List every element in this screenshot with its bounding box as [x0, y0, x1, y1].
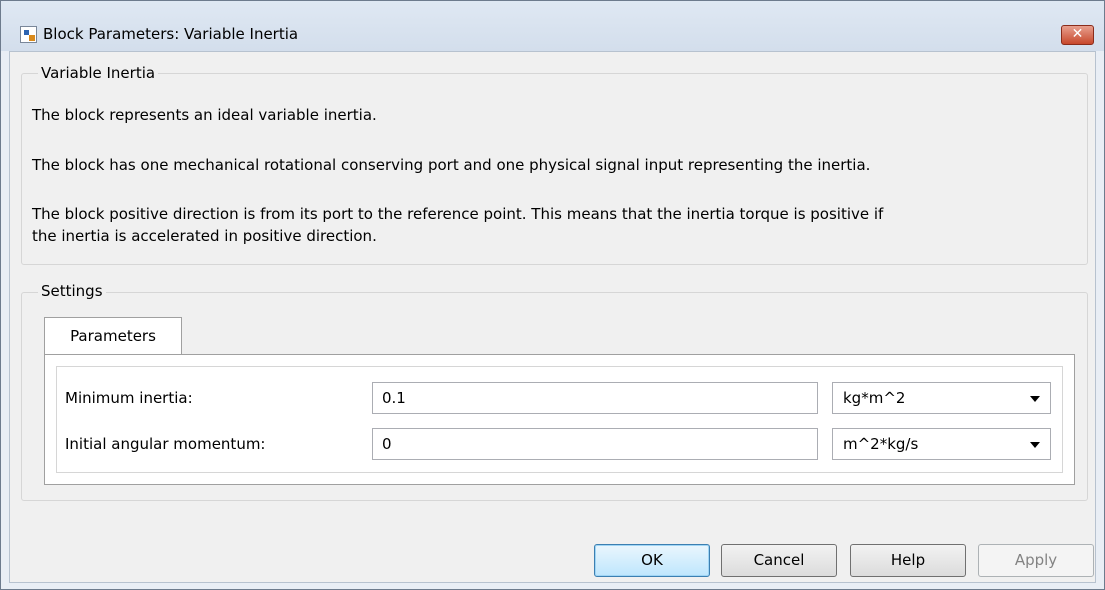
parameters-panel: Minimum inertia: kg*m^2 Initial angular …	[44, 354, 1075, 485]
minimum-inertia-unit-select[interactable]: kg*m^2	[832, 382, 1051, 414]
chevron-down-icon	[1030, 442, 1040, 448]
help-button[interactable]: Help	[850, 544, 966, 577]
apply-button[interactable]: Apply	[978, 544, 1094, 577]
initial-angular-momentum-unit-select[interactable]: m^2*kg/s	[832, 428, 1051, 460]
minimum-inertia-label: Minimum inertia:	[65, 389, 193, 407]
minimum-inertia-input[interactable]	[372, 382, 818, 414]
description-line-3a: The block positive direction is from its…	[32, 205, 884, 223]
description-line-1: The block represents an ideal variable i…	[32, 106, 377, 124]
initial-angular-momentum-label: Initial angular momentum:	[65, 435, 266, 453]
description-line-2: The block has one mechanical rotational …	[32, 156, 871, 174]
description-group-title: Variable Inertia	[38, 64, 159, 82]
chevron-down-icon	[1030, 396, 1040, 402]
initial-angular-momentum-input[interactable]	[372, 428, 818, 460]
parameters-box: Minimum inertia: kg*m^2 Initial angular …	[56, 366, 1063, 473]
ok-button[interactable]: OK	[594, 544, 710, 577]
simulink-block-icon	[20, 26, 37, 43]
cancel-button[interactable]: Cancel	[721, 544, 837, 577]
description-line-3b: the inertia is accelerated in positive d…	[32, 227, 377, 245]
window-title: Block Parameters: Variable Inertia	[43, 25, 299, 43]
title-bar[interactable]: Block Parameters: Variable Inertia ✕	[1, 1, 1104, 51]
minimum-inertia-unit-value: kg*m^2	[843, 389, 906, 407]
initial-angular-momentum-unit-value: m^2*kg/s	[843, 435, 919, 453]
close-button[interactable]: ✕	[1061, 25, 1094, 45]
settings-group-title: Settings	[38, 282, 106, 300]
tab-parameters[interactable]: Parameters	[44, 317, 182, 355]
dialog-window: Block Parameters: Variable Inertia ✕ Var…	[0, 0, 1105, 590]
